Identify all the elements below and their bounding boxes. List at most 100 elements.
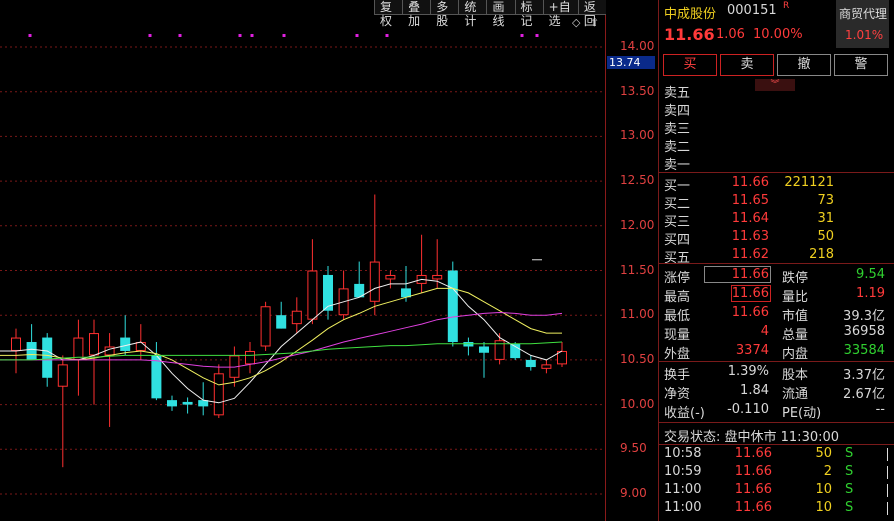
- candle-body-up: [11, 337, 21, 351]
- candle-body-up: [541, 364, 552, 369]
- tick-volume: 10: [815, 482, 832, 497]
- divider: [659, 172, 894, 173]
- sell-button[interactable]: 卖: [720, 54, 774, 76]
- y-tick-label: 13.50: [620, 83, 655, 98]
- candle-body-down: [276, 315, 287, 329]
- ask-level-3: 卖三: [664, 122, 691, 137]
- expand-chevron-icon[interactable]: ︾: [755, 79, 795, 91]
- toolbar-back-button[interactable]: 返回: [577, 0, 607, 28]
- candle-body-up: [369, 261, 380, 302]
- candle-body-up: [260, 306, 271, 347]
- y-tick-label: 9.00: [620, 486, 647, 500]
- divider: [659, 444, 894, 445]
- toolbar-overlay-button[interactable]: 叠加: [402, 0, 431, 28]
- alert-button[interactable]: 警: [834, 54, 888, 76]
- ma-line-3: [0, 341, 563, 361]
- tick-marker: [887, 484, 888, 497]
- sector-box[interactable]: 商贸代理 1.01%: [836, 0, 889, 48]
- kline-svg[interactable]: [0, 0, 606, 521]
- marker-dot: [178, 34, 182, 37]
- stock-name: 中成股份: [664, 7, 717, 22]
- inner-value: 33584: [843, 343, 885, 358]
- tick-volume: 2: [823, 464, 832, 479]
- kline-chart[interactable]: 复权 叠加 多股 统计 画线 标记 +自选 返回 ◇ ⇧: [0, 0, 607, 521]
- y-tick-label: 12.50: [620, 173, 655, 188]
- candle-body-up: [135, 342, 146, 351]
- tick-marker: [887, 448, 888, 461]
- candle-body-up: [245, 350, 255, 365]
- candle-body-up: [385, 274, 396, 280]
- total-vol-value: 36958: [843, 324, 885, 339]
- ask-level-4: 卖四: [664, 104, 691, 119]
- bid-volume: 50: [817, 229, 834, 244]
- tick-side: S: [845, 482, 854, 497]
- toolbar-multi-stock-button[interactable]: 多股: [430, 0, 459, 28]
- marker-dot: [282, 34, 286, 37]
- y-tick-label: 14.00: [620, 39, 655, 53]
- candle-body-up: [432, 274, 443, 280]
- toolbar-restore-rights-button[interactable]: 复权: [374, 0, 403, 28]
- pe-value: --: [875, 402, 885, 417]
- chart-toolbar: 复权 叠加 多股 统计 画线 标记 +自选 返回: [374, 0, 607, 28]
- bid-volume: 221121: [784, 175, 834, 190]
- candle-body-down: [182, 401, 193, 405]
- trade-status: 交易状态: 盘中休市 11:30:00: [664, 430, 840, 445]
- y-tick-label: 9.50: [620, 441, 647, 456]
- tick-side: S: [845, 446, 854, 461]
- bid-volume: 31: [817, 211, 834, 226]
- candle-body-up: [307, 270, 318, 320]
- toolbar-statistics-button[interactable]: 统计: [458, 0, 487, 28]
- candle-body-down: [525, 359, 536, 368]
- mktcap-value: 39.3亿: [843, 309, 885, 324]
- ask-level-1: 卖一: [664, 158, 691, 173]
- marker-dot: [355, 34, 359, 37]
- cursor-price-tag: 13.74: [607, 56, 655, 69]
- diamond-icon[interactable]: ◇: [572, 16, 580, 29]
- toolbar-mark-button[interactable]: 标记: [514, 0, 543, 28]
- tick-side: S: [845, 500, 854, 515]
- tick-volume: 10: [815, 500, 832, 515]
- toolbar-add-watchlist-button[interactable]: +自选: [542, 0, 578, 28]
- ask-level-5: 卖五: [664, 86, 691, 101]
- tick-marker: [887, 502, 888, 515]
- tick-side: S: [845, 464, 854, 479]
- price-change-pct: 10.00%: [753, 27, 803, 42]
- y-tick-label: 13.00: [620, 128, 655, 143]
- divider: [659, 263, 894, 264]
- margin-flag: R: [783, 1, 790, 11]
- candle-body-down: [26, 342, 37, 360]
- candle-body-down: [479, 346, 489, 353]
- candle-body-up: [291, 310, 302, 325]
- marker-dot: [28, 34, 32, 37]
- candle-body-up: [213, 373, 224, 416]
- candle-body-down: [447, 270, 458, 343]
- candle-body-up: [73, 337, 84, 360]
- pin-icon[interactable]: ⇧: [590, 16, 599, 29]
- y-tick-label: 10.50: [620, 351, 655, 366]
- toolbar-draw-line-button[interactable]: 画线: [486, 0, 515, 28]
- divider: [659, 422, 894, 423]
- cancel-order-button[interactable]: 撤: [777, 54, 831, 76]
- y-tick-label: 12.00: [620, 217, 655, 232]
- candle-body-down: [167, 400, 177, 407]
- marker-dot: [385, 34, 389, 37]
- price-change: 1.06: [716, 27, 745, 42]
- bid-volume: 73: [817, 193, 834, 208]
- candle-body-up: [89, 333, 99, 356]
- candle-body-down: [42, 337, 53, 378]
- marker-dot: [148, 34, 152, 37]
- vol-ratio-value: 1.19: [856, 286, 885, 301]
- marker-dot: [250, 34, 254, 37]
- bid-volume: 218: [809, 247, 834, 262]
- buy-button[interactable]: 买: [663, 54, 717, 76]
- y-tick-label: 11.00: [620, 307, 655, 322]
- sector-name: 商贸代理: [839, 7, 888, 21]
- candle-body-down: [120, 337, 131, 351]
- marker-dot: [535, 34, 539, 37]
- tick-volume: 50: [815, 446, 832, 461]
- limit-down-value: 9.54: [856, 267, 885, 282]
- last-price: 11.66: [664, 25, 715, 44]
- candle-body-up: [57, 364, 68, 387]
- sector-pct: 1.01%: [845, 28, 884, 42]
- y-tick-label: 11.50: [620, 262, 655, 277]
